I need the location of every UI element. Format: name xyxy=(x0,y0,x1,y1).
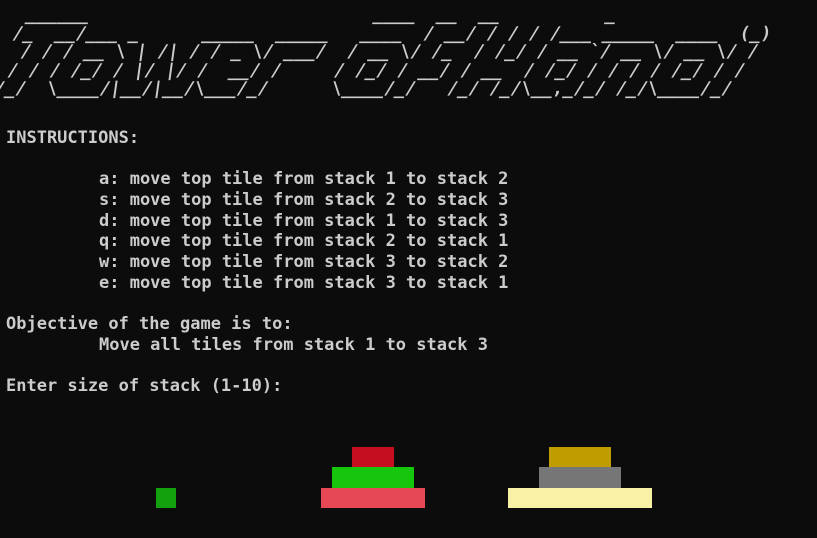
terminal-output: INSTRUCTIONS: a: move top tile from stac… xyxy=(6,128,508,397)
tile xyxy=(352,446,394,467)
instructions-heading: INSTRUCTIONS: xyxy=(6,128,140,148)
tile xyxy=(321,487,425,508)
banner-line: /_ __/___ _ _____ _____ ____ / __/ / / /… xyxy=(0,23,773,44)
instruction-item: q: move top tile from stack 2 to stack 1 xyxy=(99,231,509,252)
tile xyxy=(548,446,612,467)
tile xyxy=(155,487,177,508)
terminal-window: { "banner": { "lines": [ " ______ ____ _… xyxy=(0,0,817,538)
banner-line: ______ ____ __ __ _ xyxy=(3,5,618,25)
stack-size-prompt[interactable]: Enter size of stack (1-10): xyxy=(6,376,508,397)
objective-heading: Objective of the game is to: xyxy=(6,314,293,335)
banner-line: / / / /_/ / |/ |/ / __/ / / /_/ / __/ / … xyxy=(0,60,747,81)
ascii-title-banner: ______ ____ __ __ _ /_ __/___ _ _____ __… xyxy=(0,5,775,99)
objective-text: Move all tiles from stack 1 to stack 3 xyxy=(99,334,488,355)
instruction-item: s: move top tile from stack 2 to stack 3 xyxy=(99,190,509,211)
instruction-item: e: move top tile from stack 3 to stack 1 xyxy=(99,272,509,293)
banner-line: /_/ \____/|__/|__/\___/_/ \____/_/ /_/ /… xyxy=(0,79,734,99)
instruction-item: d: move top tile from stack 1 to stack 3 xyxy=(99,210,509,231)
tile xyxy=(331,467,415,488)
instruction-item: a: move top tile from stack 1 to stack 2 xyxy=(99,169,509,190)
tile xyxy=(538,467,622,488)
banner-line: / / / __ \ | /| / / _ \/ ___/ / __ \/ /_… xyxy=(0,42,760,62)
tile xyxy=(507,487,653,508)
instruction-item: w: move top tile from stack 3 to stack 2 xyxy=(99,252,509,273)
